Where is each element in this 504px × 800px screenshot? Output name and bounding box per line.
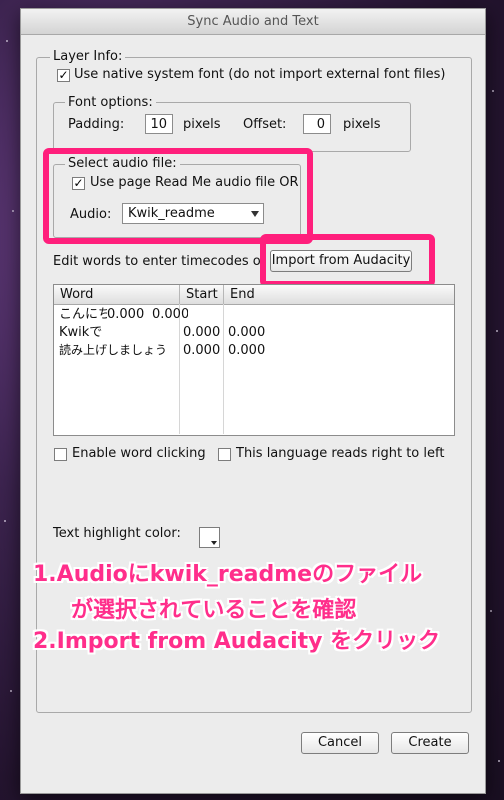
cell-start: 0.000 [183, 343, 221, 358]
sync-audio-dialog: Sync Audio and Text Layer Info: ✓ Use na… [20, 8, 486, 794]
highlight-color-swatch[interactable] [199, 527, 220, 548]
create-button[interactable]: Create [391, 732, 469, 754]
cell-end: 0.000 [228, 343, 266, 358]
native-font-checkbox[interactable]: ✓ [57, 69, 70, 82]
annotation-line-3: 2.Import from Audacity をクリック [33, 629, 441, 654]
column-header-word[interactable]: Word [54, 285, 180, 304]
cancel-button[interactable]: Cancel [301, 732, 379, 754]
padding-unit: pixels [183, 117, 221, 132]
layer-info-legend: Layer Info: [50, 49, 126, 64]
rtl-label: This language reads right to left [236, 446, 445, 461]
window-title: Sync Audio and Text [21, 9, 485, 35]
word-clicking-label: Enable word clicking [72, 446, 206, 461]
padding-label: Padding: [68, 117, 125, 132]
column-header-end[interactable]: End [224, 285, 454, 304]
word-clicking-checkbox[interactable] [54, 448, 67, 461]
annotation-line-2: が選択されていることを確認 [71, 598, 357, 623]
import-highlight-box [260, 234, 435, 287]
cell-word: こんにちは [59, 307, 107, 322]
cell-start: 0.000 [183, 325, 221, 340]
cell-word: Kwikで [59, 325, 103, 340]
cell-word: 読み上げしましょう [59, 343, 168, 357]
column-header-start[interactable]: Start [180, 285, 224, 304]
chevron-down-icon [211, 541, 217, 545]
cell-end: 0.000 [152, 307, 188, 322]
rtl-checkbox[interactable] [218, 448, 231, 461]
offset-unit: pixels [343, 117, 381, 132]
audio-highlight-box [43, 148, 313, 244]
words-table[interactable]: Word Start End こんにちは 0.000 0.000 Kwikで 0… [53, 284, 455, 436]
highlight-color-label: Text highlight color: [53, 526, 181, 541]
annotation-line-1: 1.Audioにkwik_readmeのファイル [33, 562, 423, 587]
font-options-legend: Font options: [65, 95, 156, 110]
cell-start: 0.000 [107, 307, 145, 322]
offset-input[interactable]: 0 [303, 114, 331, 134]
column-divider [223, 304, 224, 434]
timecode-instruction: Edit words to enter timecodes o [53, 254, 261, 269]
cell-end: 0.000 [228, 325, 266, 340]
native-font-label: Use native system font (do not import ex… [74, 67, 446, 82]
offset-label: Offset: [243, 117, 287, 132]
table-header: Word Start End [54, 285, 454, 305]
padding-input[interactable]: 10 [145, 114, 173, 134]
